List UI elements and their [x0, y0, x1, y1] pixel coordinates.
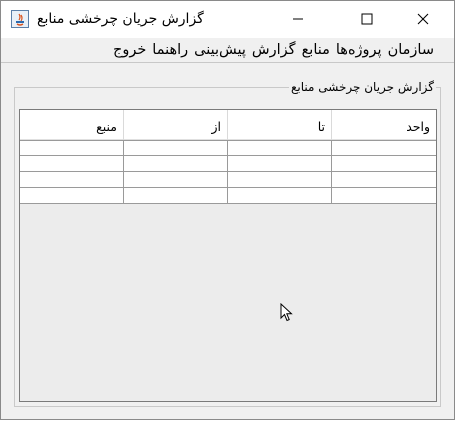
- window-title: گزارش جریان چرخشی منابع: [37, 11, 204, 27]
- table-row[interactable]: [20, 188, 436, 204]
- table-cell[interactable]: [228, 188, 332, 204]
- menu-bar: سازمان پروژه‌ها منابع گزارش پیش‌بینی راه…: [1, 38, 454, 63]
- column-header-to[interactable]: تا: [228, 110, 332, 140]
- menu-forecast[interactable]: پیش‌بینی: [191, 42, 249, 58]
- table-row[interactable]: [20, 140, 436, 157]
- close-icon: [417, 13, 429, 25]
- table-cell[interactable]: [20, 188, 124, 204]
- close-button[interactable]: [400, 1, 446, 38]
- java-app-icon: [11, 10, 29, 28]
- menu-help[interactable]: راهنما: [149, 42, 191, 58]
- table-row[interactable]: [20, 156, 436, 172]
- table-body: [20, 140, 436, 204]
- main-window: گزارش جریان چرخشی منابع سازمان پروژه‌ها …: [0, 0, 455, 420]
- table-row[interactable]: [20, 172, 436, 188]
- mouse-pointer-icon: [280, 303, 293, 322]
- minimize-button[interactable]: [275, 1, 321, 38]
- menu-resources[interactable]: منابع: [299, 42, 333, 58]
- table-cell[interactable]: [20, 172, 124, 188]
- table-cell[interactable]: [124, 188, 228, 204]
- report-table[interactable]: منبع از تا واحد: [19, 109, 437, 402]
- maximize-button[interactable]: [344, 1, 390, 38]
- table-cell[interactable]: [124, 172, 228, 188]
- table-cell[interactable]: [332, 188, 436, 204]
- report-group-caption: گزارش جریان چرخشی منابع: [289, 80, 436, 94]
- menu-organization[interactable]: سازمان: [385, 42, 437, 58]
- table-cell[interactable]: [332, 156, 436, 172]
- table-cell[interactable]: [332, 141, 436, 157]
- menu-projects[interactable]: پروژه‌ها: [333, 42, 385, 58]
- table-cell[interactable]: [228, 172, 332, 188]
- table-cell[interactable]: [20, 156, 124, 172]
- column-header-resource[interactable]: منبع: [20, 110, 124, 140]
- table-cell[interactable]: [124, 141, 228, 157]
- maximize-icon: [361, 13, 373, 25]
- table-cell[interactable]: [124, 156, 228, 172]
- table-cell[interactable]: [228, 141, 332, 157]
- menu-exit[interactable]: خروج: [110, 42, 149, 58]
- column-header-from[interactable]: از: [124, 110, 228, 140]
- column-header-unit[interactable]: واحد: [332, 110, 436, 140]
- table-cell[interactable]: [20, 141, 124, 157]
- menu-report[interactable]: گزارش: [249, 42, 299, 58]
- title-bar[interactable]: گزارش جریان چرخشی منابع: [1, 1, 454, 38]
- table-cell[interactable]: [228, 156, 332, 172]
- table-cell[interactable]: [332, 172, 436, 188]
- table-header: منبع از تا واحد: [20, 110, 436, 140]
- minimize-icon: [293, 18, 303, 20]
